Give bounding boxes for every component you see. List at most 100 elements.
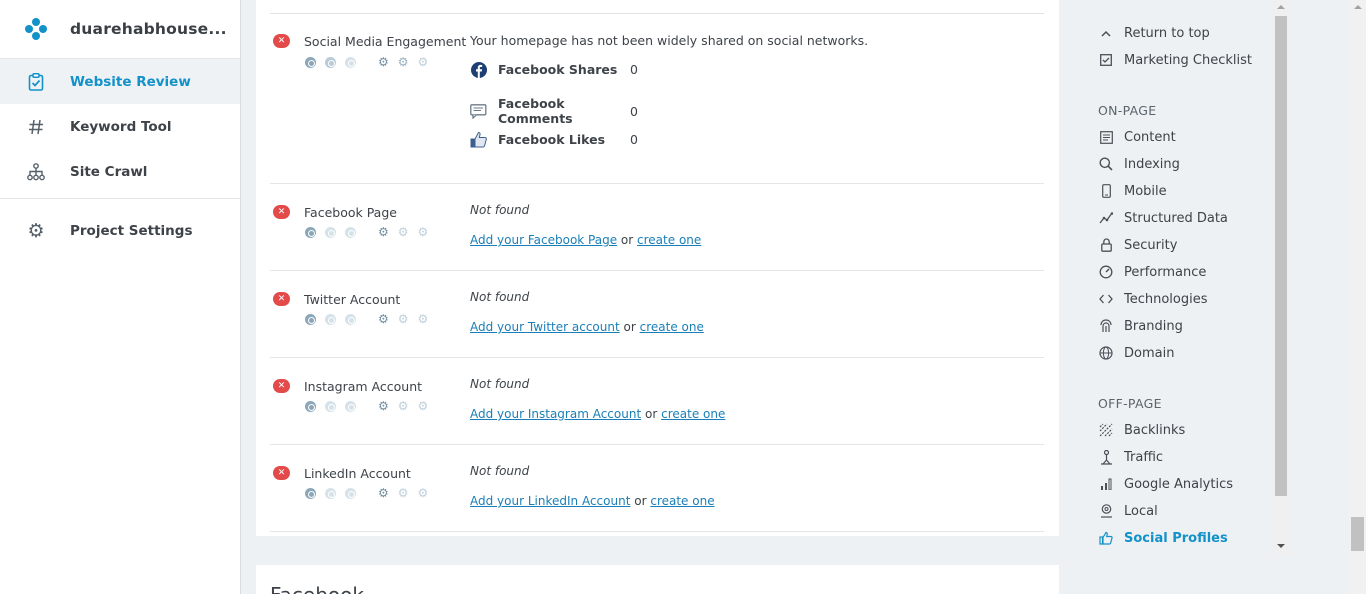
- document-icon: [1098, 129, 1114, 145]
- profile-links: Add your Facebook Page or create one: [470, 233, 701, 247]
- gear-icon: ⚙: [378, 399, 389, 413]
- project-name: duarehabhouse...: [70, 20, 227, 38]
- gear-icon: ⚙: [417, 312, 429, 326]
- target-icon: [325, 487, 336, 499]
- nav-social-profiles[interactable]: Social Profiles: [1098, 530, 1228, 546]
- check-title: Instagram Account: [304, 379, 423, 394]
- scroll-down-arrow-icon[interactable]: [1277, 544, 1285, 548]
- target-icon: [345, 226, 356, 238]
- scroll-up-arrow-icon[interactable]: [1354, 5, 1362, 9]
- importance-indicator: ⚙ ⚙ ⚙: [305, 56, 437, 68]
- return-to-top-link[interactable]: Return to top: [1098, 25, 1210, 41]
- section-navigation: Return to top Marketing Checklist ON-PAG…: [1060, 0, 1274, 594]
- check-title: Facebook Page: [304, 205, 397, 220]
- on-page-heading: ON-PAGE: [1098, 103, 1157, 118]
- profile-links: Add your Instagram Account or create one: [470, 407, 725, 421]
- create-linkedin-account-link[interactable]: create one: [650, 494, 714, 508]
- speedometer-icon: [1098, 264, 1114, 280]
- sitemap-icon: [25, 161, 47, 183]
- scrollbar-thumb[interactable]: [1275, 16, 1287, 496]
- off-page-heading: OFF-PAGE: [1098, 396, 1162, 411]
- add-twitter-account-link[interactable]: Add your Twitter account: [470, 320, 620, 334]
- project-header[interactable]: duarehabhouse...: [0, 0, 240, 59]
- nav-keyword-tool[interactable]: Keyword Tool: [0, 104, 240, 149]
- marketing-checklist-link[interactable]: Marketing Checklist: [1098, 52, 1252, 68]
- nav-content[interactable]: Content: [1098, 129, 1176, 145]
- marketing-checklist-label: Marketing Checklist: [1124, 52, 1253, 68]
- project-logo-icon: [25, 18, 47, 40]
- nav-label: Traffic: [1124, 449, 1164, 465]
- nav-security[interactable]: Security: [1098, 237, 1177, 253]
- traffic-icon: [1098, 449, 1114, 465]
- target-icon: [305, 56, 316, 68]
- nav-google-analytics[interactable]: Google Analytics: [1098, 476, 1233, 492]
- create-instagram-account-link[interactable]: create one: [661, 407, 725, 421]
- hash-icon: [25, 116, 47, 138]
- nav-structured-data[interactable]: Structured Data: [1098, 210, 1228, 226]
- fail-icon: ✕: [273, 205, 290, 219]
- section-title: Facebook: [270, 583, 364, 594]
- page-scrollbar[interactable]: [1349, 0, 1366, 594]
- nav-divider: [0, 198, 240, 199]
- map-pin-icon: [1098, 503, 1114, 519]
- target-icon: [345, 313, 356, 325]
- sidebar-scrollbar[interactable]: [1273, 0, 1289, 556]
- target-icon: [325, 226, 336, 238]
- nav-branding[interactable]: Branding: [1098, 318, 1183, 334]
- nav-backlinks[interactable]: Backlinks: [1098, 422, 1185, 438]
- gear-icon: ⚙: [417, 486, 429, 500]
- metric-value: 0: [630, 132, 638, 147]
- create-twitter-account-link[interactable]: create one: [640, 320, 704, 334]
- check-row-twitter-account: ✕ Twitter Account ⚙ ⚙ ⚙ Not found Add yo…: [270, 271, 1044, 358]
- scrollbar-thumb[interactable]: [1351, 517, 1364, 551]
- nav-mobile[interactable]: Mobile: [1098, 183, 1167, 199]
- target-icon: [305, 400, 316, 412]
- nav-label: Security: [1124, 237, 1178, 253]
- or-text: or: [645, 407, 658, 421]
- nav-performance[interactable]: Performance: [1098, 264, 1206, 280]
- nav-label: Mobile: [1124, 183, 1167, 199]
- status-text: Not found: [470, 203, 530, 217]
- profile-links: Add your LinkedIn Account or create one: [470, 494, 715, 508]
- comment-icon: [470, 103, 487, 120]
- target-icon: [345, 56, 356, 68]
- add-linkedin-account-link[interactable]: Add your LinkedIn Account: [470, 494, 630, 508]
- metric-row: Facebook Likes 0: [470, 131, 638, 148]
- check-row-linkedin-account: ✕ LinkedIn Account ⚙ ⚙ ⚙ Not found Add y…: [270, 445, 1044, 532]
- nav-technologies[interactable]: Technologies: [1098, 291, 1208, 307]
- fail-icon: ✕: [273, 466, 290, 480]
- gear-icon: ⚙: [397, 55, 409, 69]
- create-facebook-page-link[interactable]: create one: [637, 233, 701, 247]
- metric-value: 0: [630, 103, 638, 119]
- check-title: LinkedIn Account: [304, 466, 411, 481]
- mobile-icon: [1098, 183, 1114, 199]
- target-icon: [345, 400, 356, 412]
- nav-label: Branding: [1124, 318, 1183, 334]
- add-facebook-page-link[interactable]: Add your Facebook Page: [470, 233, 617, 247]
- left-sidebar: duarehabhouse... Website Review Keyword …: [0, 0, 241, 594]
- nav-label: Domain: [1124, 345, 1175, 361]
- scroll-up-arrow-icon[interactable]: [1277, 5, 1285, 9]
- or-text: or: [634, 494, 647, 508]
- nav-label: Website Review: [70, 73, 191, 90]
- target-icon: [345, 487, 356, 499]
- check-row-instagram-account: ✕ Instagram Account ⚙ ⚙ ⚙ Not found Add …: [270, 358, 1044, 445]
- nav-indexing[interactable]: Indexing: [1098, 156, 1180, 172]
- gear-icon: ⚙: [378, 55, 389, 69]
- importance-indicator: ⚙ ⚙ ⚙: [305, 313, 437, 325]
- nav-website-review[interactable]: Website Review: [0, 59, 240, 104]
- clipboard-check-icon: [25, 71, 47, 93]
- profile-links: Add your Twitter account or create one: [470, 320, 704, 334]
- gear-icon: ⚙: [397, 312, 409, 326]
- nav-traffic[interactable]: Traffic: [1098, 449, 1163, 465]
- nav-domain[interactable]: Domain: [1098, 345, 1174, 361]
- gear-icon: ⚙: [378, 312, 389, 326]
- nav-local[interactable]: Local: [1098, 503, 1158, 519]
- target-icon: [325, 56, 336, 68]
- social-profiles-card: ✕ Social Media Engagement ⚙ ⚙ ⚙ Your hom…: [256, 0, 1059, 536]
- add-instagram-account-link[interactable]: Add your Instagram Account: [470, 407, 641, 421]
- gear-icon: ⚙: [417, 225, 429, 239]
- nav-site-crawl[interactable]: Site Crawl: [0, 149, 240, 194]
- fail-icon: ✕: [273, 34, 290, 48]
- nav-project-settings[interactable]: ⚙ Project Settings: [0, 208, 240, 253]
